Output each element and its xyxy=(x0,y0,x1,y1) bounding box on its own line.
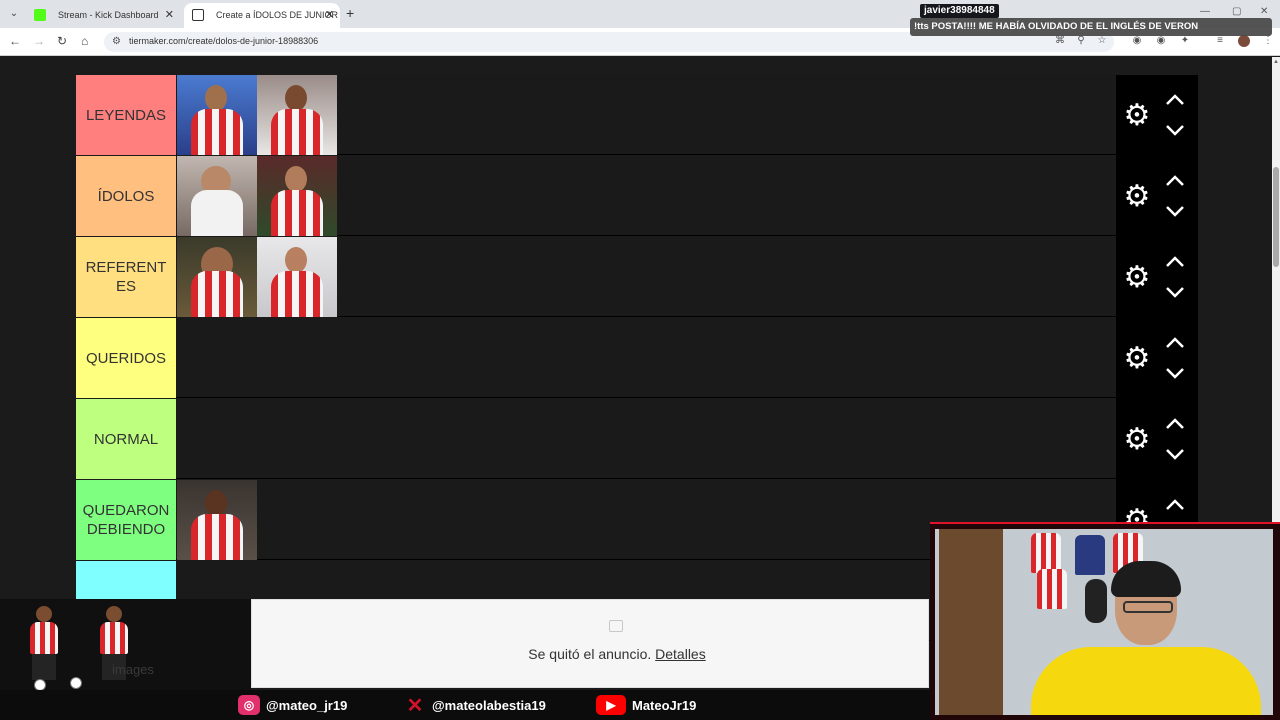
tier-label[interactable]: REFERENT ES xyxy=(76,237,176,317)
maximize-icon[interactable]: ▢ xyxy=(1232,6,1241,17)
chevron-up-icon[interactable] xyxy=(1164,417,1186,431)
close-tab-icon[interactable]: ✕ xyxy=(325,8,334,21)
tier-items xyxy=(177,480,257,560)
social-instagram: ◎ @mateo_jr19 xyxy=(238,695,347,715)
social-x: ✕ @mateolabestia19 xyxy=(404,694,546,717)
tier-controls: ⚙ xyxy=(1116,156,1198,237)
tab-tiermaker[interactable]: Create a ÍDOLOS DE JUNIOR Tier List ✕ xyxy=(184,3,340,28)
chevron-down-icon[interactable] xyxy=(1164,366,1186,380)
gear-icon[interactable]: ⚙ xyxy=(1120,101,1154,131)
tier-item-player-image[interactable] xyxy=(177,480,257,560)
tier-label[interactable]: NORMAL xyxy=(76,399,176,479)
tab-label: Create a ÍDOLOS DE JUNIOR Tier List xyxy=(216,10,340,20)
tab-label: Stream - Kick Dashboard xyxy=(58,10,159,20)
site-info-icon[interactable]: ⚙ xyxy=(112,36,121,47)
chat-message: !tts POSTA!!!! ME HABÍA OLVIDADO DE EL I… xyxy=(910,18,1272,36)
chat-username: javier38984848 xyxy=(920,4,999,18)
tier-items xyxy=(177,156,337,236)
profile-avatar[interactable] xyxy=(1238,35,1250,47)
minimize-icon[interactable]: — xyxy=(1200,6,1210,17)
home-icon[interactable]: ⌂ xyxy=(81,34,88,48)
ad-removed-text: Se quitó el anuncio. Detalles xyxy=(528,646,706,662)
chevron-down-icon[interactable] xyxy=(1164,447,1186,461)
youtube-icon: ▶ xyxy=(596,695,626,715)
drag-images-hint: images xyxy=(112,662,154,677)
tier-item-player-image[interactable] xyxy=(257,75,337,155)
extension-icon[interactable]: ◉ xyxy=(1131,35,1143,47)
chevron-down-icon[interactable] xyxy=(1164,123,1186,137)
kick-favicon-icon xyxy=(34,9,46,21)
tier-row-queridos: QUERIDOS xyxy=(76,318,1116,398)
tab-kick-dashboard[interactable]: Stream - Kick Dashboard ✕ xyxy=(26,3,180,28)
tier-label[interactable]: QUEDARON DEBIENDO xyxy=(76,480,176,560)
scrollbar-thumb[interactable] xyxy=(1273,167,1279,267)
ad-details-link[interactable]: Detalles xyxy=(655,646,706,662)
new-tab-icon[interactable]: + xyxy=(346,5,354,21)
extensions-puzzle-icon[interactable]: ✦ xyxy=(1179,35,1191,47)
tier-controls: ⚙ xyxy=(1116,75,1198,156)
screen: { "browser": { "tabs": [ {"label": "Stre… xyxy=(0,0,1280,720)
tier-row-normal: NORMAL xyxy=(76,399,1116,479)
tier-label[interactable]: LEYENDAS xyxy=(76,75,176,155)
gear-icon[interactable]: ⚙ xyxy=(1120,182,1154,212)
extension-icon[interactable]: ◉ xyxy=(1155,35,1167,47)
tier-row-leyendas: LEYENDAS xyxy=(76,75,1116,155)
scroll-up-icon[interactable]: ▲ xyxy=(1272,59,1280,65)
gear-icon[interactable]: ⚙ xyxy=(1120,344,1154,374)
instagram-icon: ◎ xyxy=(238,695,260,715)
chevron-down-icon[interactable] xyxy=(1164,204,1186,218)
tier-item-player-image[interactable] xyxy=(257,156,337,236)
tier-items xyxy=(177,75,337,155)
reload-icon[interactable]: ↻ xyxy=(57,34,67,48)
tiermaker-favicon-icon xyxy=(192,9,204,21)
tier-item-player-image[interactable] xyxy=(257,237,337,317)
ad-removed-banner: Se quitó el anuncio. Detalles xyxy=(251,599,929,688)
zoom-icon[interactable]: ⚲ xyxy=(1075,35,1087,47)
chevron-up-icon[interactable] xyxy=(1164,93,1186,107)
media-icon[interactable]: ≡ xyxy=(1214,35,1226,47)
ball-icon xyxy=(70,677,82,689)
back-icon[interactable]: ← xyxy=(9,34,21,48)
webcam-feed xyxy=(935,529,1273,715)
tier-row-idolos: ÍDOLOS xyxy=(76,156,1116,236)
chevron-up-icon[interactable] xyxy=(1164,174,1186,188)
tier-row-referentes: REFERENT ES xyxy=(76,237,1116,317)
social-bar: ◎ @mateo_jr19 ✕ @mateolabestia19 ▶ Mateo… xyxy=(0,690,930,720)
gear-icon[interactable]: ⚙ xyxy=(1120,263,1154,293)
chevron-down-icon[interactable] xyxy=(1164,285,1186,299)
social-youtube: ▶ MateoJr19 xyxy=(596,695,696,715)
chevron-up-icon[interactable] xyxy=(1164,498,1186,512)
forward-icon[interactable]: → xyxy=(33,34,45,48)
url-text: tiermaker.com/create/dolos-de-junior-189… xyxy=(129,36,319,46)
player-figure xyxy=(26,602,62,684)
tier-label[interactable]: ÍDOLOS xyxy=(76,156,176,236)
tier-controls: ⚙ xyxy=(1116,237,1198,318)
tier-label[interactable]: QUERIDOS xyxy=(76,318,176,398)
translate-icon[interactable]: ⌘ xyxy=(1054,35,1066,47)
gear-icon[interactable]: ⚙ xyxy=(1120,425,1154,455)
x-icon: ✕ xyxy=(406,694,424,717)
tier-controls: ⚙ xyxy=(1116,399,1198,480)
tier-item-player-image[interactable] xyxy=(177,75,257,155)
close-tab-icon[interactable]: ✕ xyxy=(165,8,174,21)
bookmark-star-icon[interactable]: ☆ xyxy=(1096,35,1108,47)
chevron-up-icon[interactable] xyxy=(1164,336,1186,350)
close-window-icon[interactable]: ✕ xyxy=(1260,6,1268,17)
tab-search-icon[interactable]: ⌄ xyxy=(6,6,22,22)
tier-item-player-image[interactable] xyxy=(177,237,257,317)
tier-items xyxy=(177,237,337,317)
tier-item-player-image[interactable] xyxy=(177,156,257,236)
menu-kebab-icon[interactable]: ⋮ xyxy=(1262,35,1274,47)
ad-placeholder-icon xyxy=(609,620,623,632)
chevron-up-icon[interactable] xyxy=(1164,255,1186,269)
tier-controls: ⚙ xyxy=(1116,318,1198,399)
